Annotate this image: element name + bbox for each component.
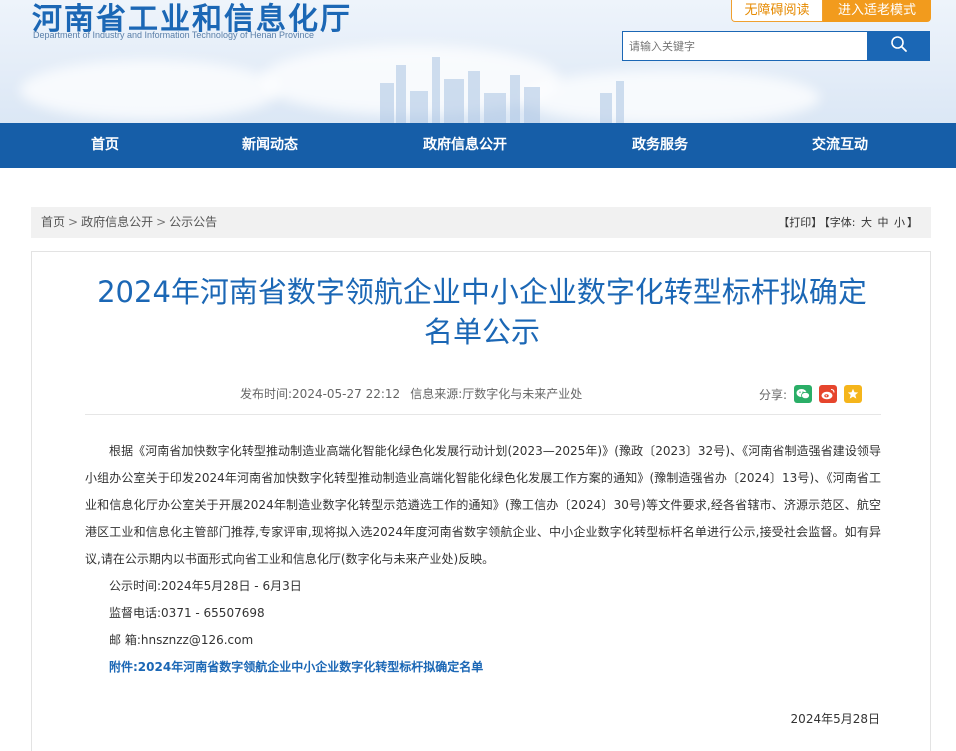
print-button[interactable]: 【打印】 [778,216,822,229]
article-title: 2024年河南省数字领航企业中小企业数字化转型标杆拟确定名单公示 [97,275,867,349]
share-label: 分享: [759,387,788,402]
article-meta: 发布时间:2024-05-27 22:12 信息来源:厅数字化与未来产业处 分享: [32,384,932,404]
font-large-button[interactable]: 大 [861,216,872,229]
info-source: 信息来源:厅数字化与未来产业处 [410,387,583,401]
search-icon [890,35,908,57]
font-medium-button[interactable]: 中 [878,216,889,229]
accessible-reading-button[interactable]: 无障碍阅读 [731,0,823,22]
page-tools: 【打印】 【字体: 大 中 小】 [777,207,919,238]
article-container: 2024年河南省数字领航企业中小企业数字化转型标杆拟确定名单公示 发布时间:20… [31,251,931,751]
breadcrumb-bar: 首页 > 政府信息公开 > 公示公告 【打印】 【字体: 大 中 小】 [31,207,931,238]
font-size-label: 【字体: [824,216,856,229]
wechat-icon[interactable] [794,385,813,403]
nav-item-home[interactable]: 首页 [91,123,119,168]
breadcrumb: 首页 > 政府信息公开 > 公示公告 [41,207,217,238]
breadcrumb-separator: > [68,215,79,229]
contact-email: 邮 箱:hnsznzz@126.com [109,633,254,647]
breadcrumb-notices[interactable]: 公示公告 [169,215,217,229]
site-subtitle: Department of Industry and Information T… [33,30,314,40]
breadcrumb-gov-info[interactable]: 政府信息公开 [81,215,153,229]
elder-mode-button[interactable]: 进入适老模式 [823,0,931,22]
nav-item-interaction[interactable]: 交流互动 [812,123,868,168]
article-body: 根据《河南省加快数字化转型推动制造业高端化智能化绿色化发展行动计划(2023—2… [85,438,881,681]
breadcrumb-separator: > [156,215,167,229]
site-header: 河南省工业和信息化厅 Department of Industry and In… [0,0,956,123]
font-small-button[interactable]: 小 [894,216,905,229]
meta-divider [85,414,881,415]
search-button[interactable] [867,31,930,61]
search-input[interactable] [622,31,868,61]
supervision-phone: 监督电话:0371 - 65507698 [109,606,265,620]
publish-time: 发布时间:2024-05-27 22:12 [240,387,401,401]
share-bar: 分享: [759,384,863,404]
nav-item-gov-service[interactable]: 政务服务 [632,123,688,168]
main-nav: 首页 新闻动态 政府信息公开 政务服务 交流互动 [0,123,956,168]
weibo-icon[interactable] [819,385,838,403]
favorite-icon[interactable] [844,385,863,403]
font-size-close: 】 [907,216,918,229]
attachment-link[interactable]: 附件:2024年河南省数字领航企业中小企业数字化转型标杆拟确定名单 [85,654,881,681]
nav-item-news[interactable]: 新闻动态 [242,123,298,168]
nav-item-gov-info[interactable]: 政府信息公开 [423,123,507,168]
notice-period: 公示时间:2024年5月28日 - 6月3日 [109,579,302,593]
article-paragraph: 根据《河南省加快数字化转型推动制造业高端化智能化绿色化发展行动计划(2023—2… [85,444,881,566]
article-date: 2024年5月28日 [790,712,880,726]
breadcrumb-home[interactable]: 首页 [41,215,65,229]
